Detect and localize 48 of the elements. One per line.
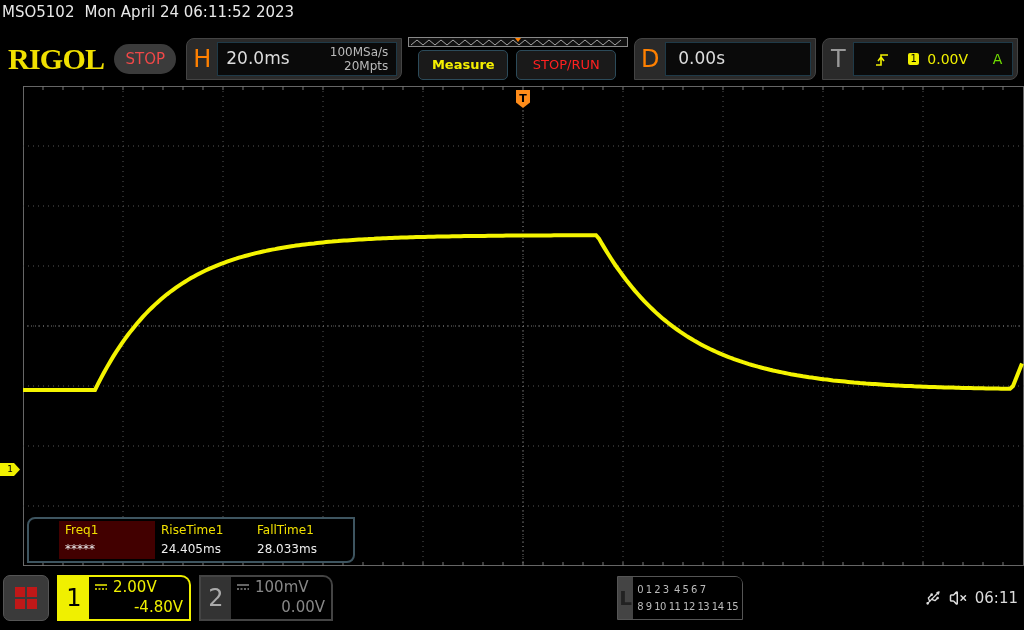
sample-rate: 100MSa/s xyxy=(329,45,389,59)
digital-channel-numbers: 0 1 2 3 4 5 6 7 xyxy=(637,583,707,597)
delay-readout[interactable]: 0.00s xyxy=(665,42,812,76)
clock-time: 06:11 xyxy=(974,587,1018,609)
vertical-offset: -4.80V xyxy=(133,597,183,617)
rising-edge-icon xyxy=(876,52,889,66)
measurement-item[interactable]: RiseTime1 24.405ms xyxy=(155,521,251,559)
channel-number: 2 xyxy=(207,583,225,614)
measure-button[interactable]: Measure xyxy=(418,50,509,80)
measurement-item[interactable]: Freq1 ***** xyxy=(59,521,155,559)
vertical-offset: 0.00V xyxy=(281,597,325,617)
stop-run-button[interactable]: STOP/RUN xyxy=(516,50,617,80)
model-name: MSO5102 xyxy=(2,1,75,23)
measurement-label: Freq1 xyxy=(65,522,100,539)
memory-depth: 20Mpts xyxy=(344,59,389,73)
timebase-value: 20.0ms xyxy=(226,47,290,71)
trigger-source: 1 xyxy=(908,53,920,65)
horizontal-label: H xyxy=(192,44,213,75)
grid-icon xyxy=(15,587,37,609)
timebase-readout[interactable]: 20.0ms 100MSa/s 20Mpts xyxy=(217,42,398,76)
channel-1-marker[interactable]: 1 xyxy=(0,463,20,476)
trigger-level: 0.00V xyxy=(927,49,969,69)
run-status: STOP xyxy=(114,44,177,74)
measurement-value: 28.033ms xyxy=(257,541,318,558)
delay-label: D xyxy=(640,44,661,75)
measurement-item[interactable]: FallTime1 28.033ms xyxy=(251,521,347,559)
trigger-mode: A xyxy=(992,49,1003,69)
mute-icon xyxy=(948,589,967,607)
channel-number: 1 xyxy=(65,583,83,614)
measurement-label: FallTime1 xyxy=(257,522,315,539)
measurement-label: RiseTime1 xyxy=(161,522,225,539)
date-time: Mon April 24 06:11:52 2023 xyxy=(84,1,295,23)
dc-coupling-icon xyxy=(95,584,107,590)
trigger-position-marker[interactable]: T xyxy=(516,90,530,108)
channel-settings[interactable]: 2 100mV 0.00V xyxy=(199,575,333,621)
dc-coupling-icon xyxy=(237,584,249,590)
channel-settings[interactable]: 1 2.00V -4.80V xyxy=(57,575,191,621)
vertical-scale: 2.00V xyxy=(113,577,157,597)
measurement-value: 24.405ms xyxy=(161,541,222,558)
digital-channel-numbers: 8 9 10 11 12 13 14 15 xyxy=(637,600,738,614)
trigger-label: T xyxy=(829,44,847,75)
delay-value: 0.00s xyxy=(678,47,725,71)
trigger-readout[interactable]: 1 0.00V A xyxy=(853,42,1014,76)
usb-icon xyxy=(924,590,941,606)
brand-logo: RIGOL xyxy=(8,44,105,74)
measurement-value: ***** xyxy=(65,541,96,558)
menu-button[interactable] xyxy=(3,575,49,621)
vertical-scale: 100mV xyxy=(255,577,309,597)
